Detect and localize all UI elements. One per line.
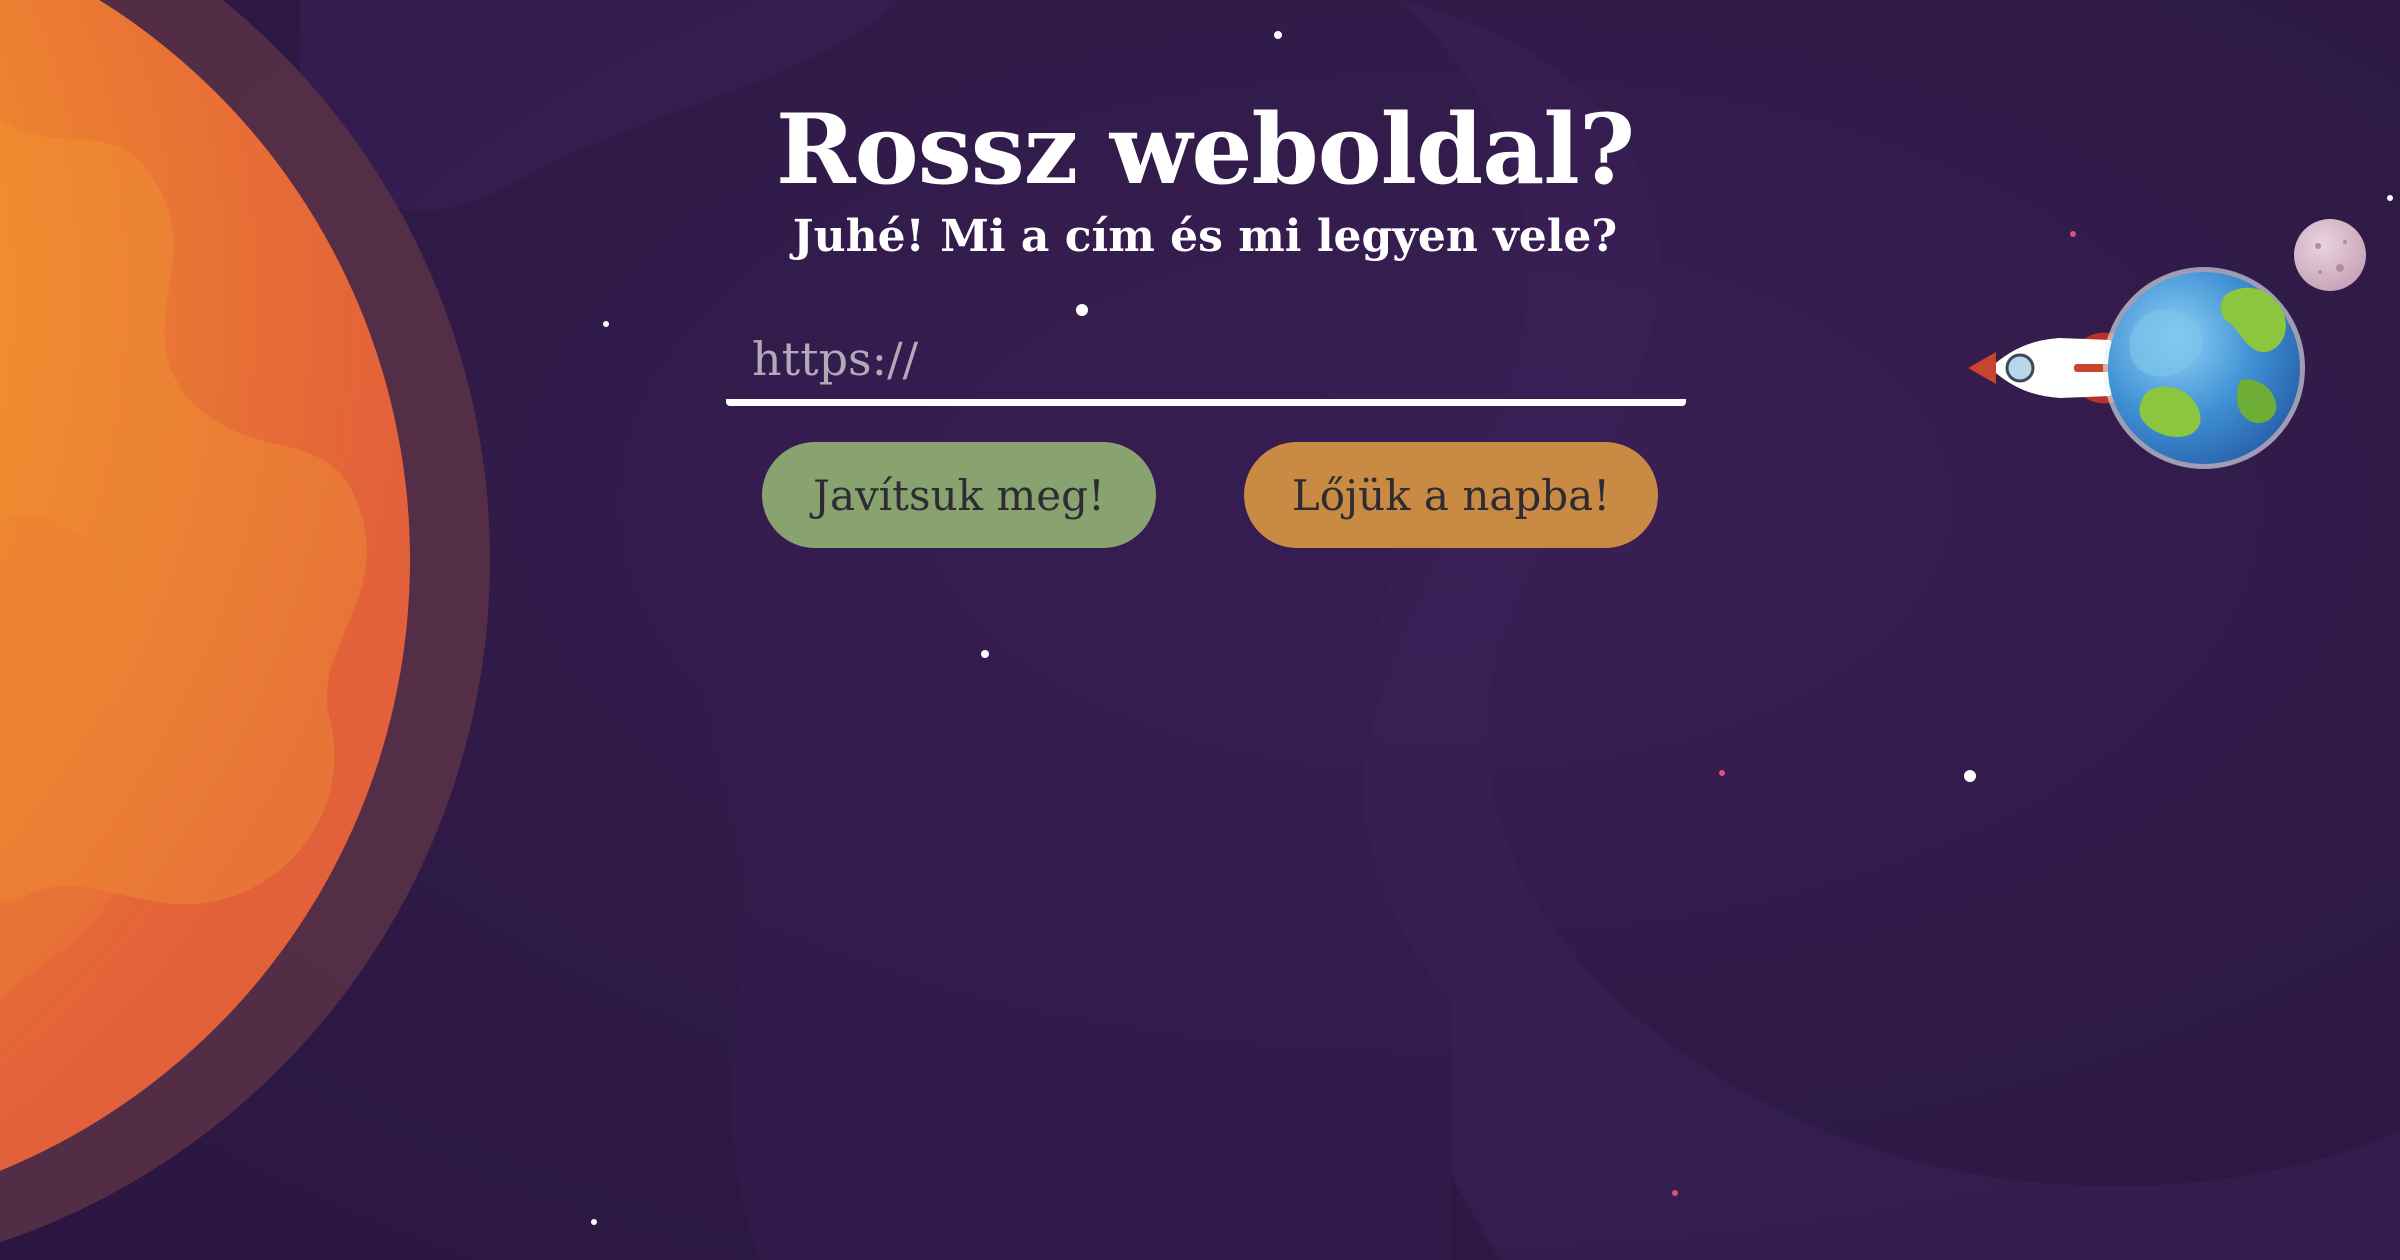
url-field: [726, 318, 1686, 412]
url-input[interactable]: [726, 318, 1686, 406]
space-background: Rossz weboldal? Juhé! Mi a cím és mi leg…: [0, 0, 2400, 1260]
page-title: Rossz weboldal?: [775, 93, 1635, 206]
earth-icon: [2103, 267, 2305, 469]
fix-button[interactable]: Javítsuk meg!: [762, 442, 1156, 548]
page-subtitle: Juhé! Mi a cím és mi legyen vele?: [792, 211, 1618, 262]
hero: Rossz weboldal? Juhé! Mi a cím és mi leg…: [720, 95, 1690, 265]
shoot-to-sun-button[interactable]: Lőjük a napba!: [1244, 442, 1658, 548]
moon-icon: [2294, 219, 2366, 291]
